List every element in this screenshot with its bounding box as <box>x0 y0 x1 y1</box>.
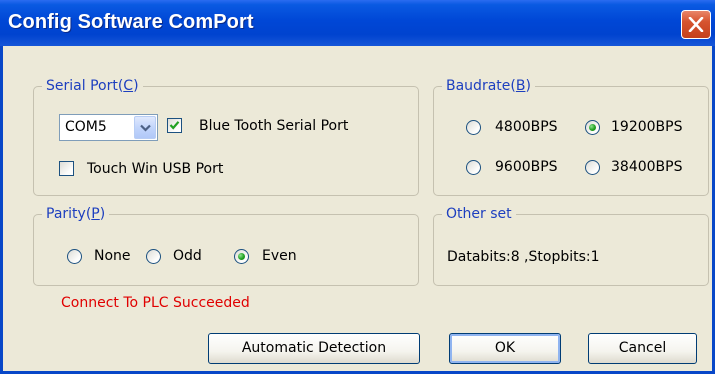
baud-4800-radio[interactable] <box>466 120 481 135</box>
window-title: Config Software ComPort <box>8 11 254 33</box>
parity-even-label[interactable]: Even <box>262 247 297 265</box>
radio-selected-dot <box>589 124 596 131</box>
baud-19200-label[interactable]: 19200BPS <box>611 118 682 136</box>
parity-none-radio[interactable] <box>67 249 82 264</box>
parity-odd-radio[interactable] <box>146 249 161 264</box>
parity-even-radio[interactable] <box>234 249 249 264</box>
config-comport-dialog: Config Software ComPort Serial Port(C) C… <box>0 0 715 374</box>
radio-selected-dot <box>238 253 245 260</box>
usb-port-label[interactable]: Touch Win USB Port <box>87 160 223 178</box>
baudrate-group: Baudrate(B) <box>433 77 709 196</box>
parity-odd-label[interactable]: Odd <box>173 247 202 265</box>
serial-port-legend: Serial Port(C) <box>42 77 143 95</box>
usb-port-checkbox[interactable] <box>59 161 74 176</box>
baud-9600-radio[interactable] <box>466 160 481 175</box>
checkmark-icon <box>169 121 180 130</box>
connection-status-message: Connect To PLC Succeeded <box>61 295 250 311</box>
title-bar[interactable]: Config Software ComPort <box>0 0 715 46</box>
com-port-value: COM5 <box>65 119 107 135</box>
baud-19200-radio[interactable] <box>585 120 600 135</box>
close-button[interactable] <box>681 10 711 39</box>
baud-38400-radio[interactable] <box>585 160 600 175</box>
chevron-down-icon <box>140 124 151 132</box>
parity-group: Parity(P) <box>33 205 419 286</box>
bluetooth-checkbox[interactable] <box>167 118 182 133</box>
serial-port-group: Serial Port(C) <box>33 77 419 196</box>
other-set-legend: Other set <box>442 205 516 223</box>
bluetooth-label[interactable]: Blue Tooth Serial Port <box>199 117 348 135</box>
data-stop-bits-info: Databits:8 ,Stopbits:1 <box>447 249 600 265</box>
parity-none-label[interactable]: None <box>94 247 131 265</box>
ok-button[interactable]: OK <box>449 333 561 364</box>
combo-dropdown-button[interactable] <box>134 116 156 139</box>
baudrate-legend: Baudrate(B) <box>442 77 535 95</box>
baud-38400-label[interactable]: 38400BPS <box>611 158 682 176</box>
baud-9600-label[interactable]: 9600BPS <box>495 158 558 176</box>
baud-4800-label[interactable]: 4800BPS <box>495 118 558 136</box>
close-icon <box>688 17 704 32</box>
parity-legend: Parity(P) <box>42 205 110 223</box>
com-port-select[interactable]: COM5 <box>59 114 158 141</box>
automatic-detection-button[interactable]: Automatic Detection <box>208 333 420 364</box>
cancel-button[interactable]: Cancel <box>588 333 697 364</box>
